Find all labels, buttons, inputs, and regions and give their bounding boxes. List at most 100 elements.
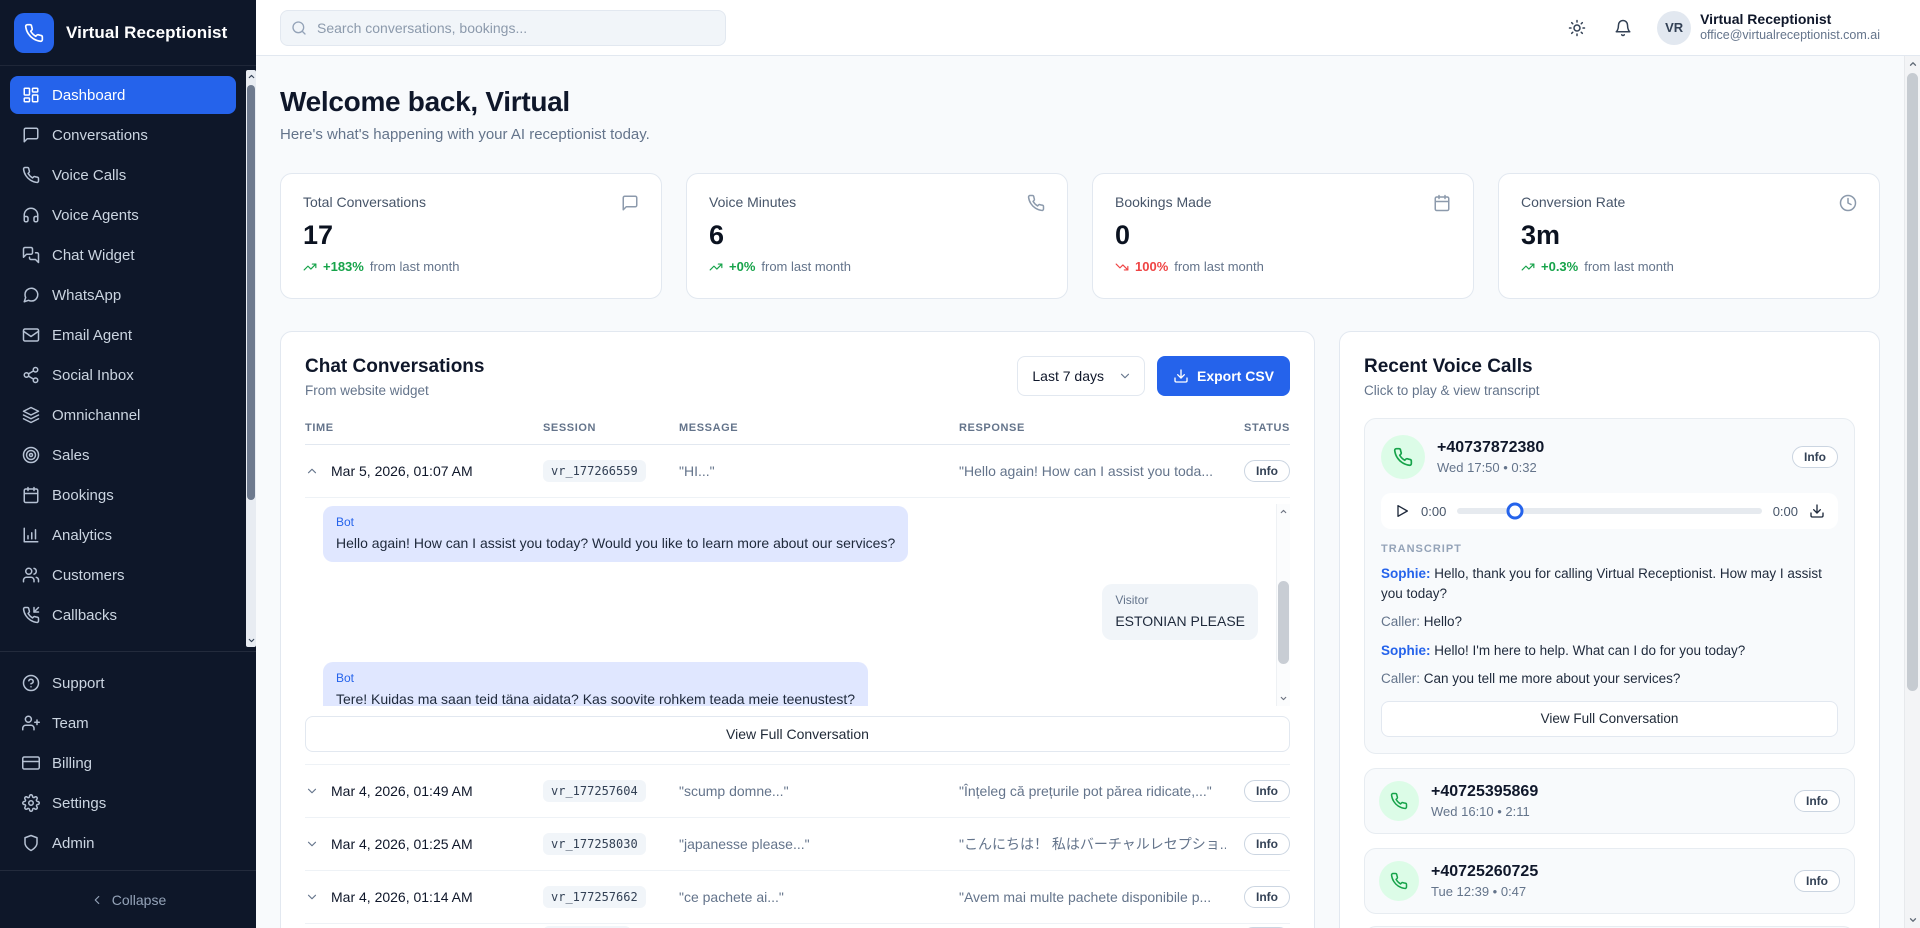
scroll-up-icon[interactable] [246, 70, 256, 83]
trending-up-icon [709, 260, 723, 274]
export-csv-button[interactable]: Export CSV [1157, 356, 1290, 396]
stat-value: 6 [709, 220, 1045, 251]
column-header-time: TIME [305, 422, 543, 434]
sidebar-item-chat-widget[interactable]: Chat Widget [10, 236, 236, 274]
view-full-conversation-button[interactable]: View Full Conversation [305, 716, 1290, 752]
info-badge[interactable]: Info [1794, 790, 1840, 812]
date-range-select[interactable]: Last 7 days [1017, 356, 1145, 396]
info-badge[interactable]: Info [1794, 870, 1840, 892]
info-badge[interactable]: Info [1244, 833, 1290, 855]
transcript-text: Hello, thank you for calling Virtual Rec… [1381, 566, 1822, 601]
info-badge[interactable]: Info [1244, 460, 1290, 482]
sidebar-scrollbar-thumb[interactable] [247, 85, 255, 500]
sidebar-item-team[interactable]: Team [10, 704, 236, 742]
info-badge[interactable]: Info [1792, 446, 1838, 468]
trending-down-icon [1115, 260, 1129, 274]
sidebar-item-whatsapp[interactable]: WhatsApp [10, 276, 236, 314]
voice-call-item[interactable]: +40737872380 Wed 17:50 • 0:32 Info 0:00 … [1364, 418, 1855, 754]
scroll-up-icon[interactable] [1277, 504, 1290, 519]
sidebar-item-customers[interactable]: Customers [10, 556, 236, 594]
sidebar-item-callbacks[interactable]: Callbacks [10, 596, 236, 634]
scroll-up-icon[interactable] [1905, 56, 1920, 72]
transcript-line: Sophie: Hello! I'm here to help. What ca… [1381, 641, 1838, 661]
scroll-down-icon[interactable] [1277, 691, 1290, 706]
seek-slider[interactable] [1457, 508, 1761, 514]
stat-card-conversion-rate: Conversion Rate 3m +0.3%from last month [1498, 173, 1880, 299]
sidebar-item-email-agent[interactable]: Email Agent [10, 316, 236, 354]
play-button[interactable] [1394, 503, 1410, 519]
sidebar-item-sales[interactable]: Sales [10, 436, 236, 474]
sidebar-item-analytics[interactable]: Analytics [10, 516, 236, 554]
message-circle-icon [22, 286, 40, 304]
voice-panel-subtitle: Click to play & view transcript [1364, 383, 1855, 398]
row-message: "scump domne..." [679, 783, 959, 799]
scroll-down-icon[interactable] [1905, 912, 1920, 928]
brand: Virtual Receptionist [0, 0, 256, 66]
phone-icon [22, 166, 40, 184]
table-row[interactable]: Mar 4, 2026, 01:25 AM vr_177258030 "japa… [305, 818, 1290, 871]
download-recording-button[interactable] [1809, 503, 1825, 519]
sidebar-scrollbar[interactable] [246, 70, 256, 647]
stat-delta: +0.3% [1541, 259, 1578, 274]
conversation-scrollbar-thumb[interactable] [1278, 581, 1289, 664]
message-square-icon [621, 194, 639, 212]
voice-call-item[interactable]: +40725260725 Tue 12:39 • 0:47 Info [1364, 848, 1855, 914]
stat-value: 3m [1521, 220, 1857, 251]
bubble-text: Hello again! How can I assist you today?… [336, 534, 895, 553]
sidebar-item-admin[interactable]: Admin [10, 824, 236, 862]
page-scrollbar[interactable] [1904, 56, 1920, 928]
transcript-text: Can you tell me more about your services… [1424, 671, 1681, 686]
sidebar-item-dashboard[interactable]: Dashboard [10, 76, 236, 114]
conversation-scrollbar[interactable] [1276, 504, 1290, 706]
sidebar-item-billing[interactable]: Billing [10, 744, 236, 782]
info-badge[interactable]: Info [1244, 780, 1290, 802]
table-row[interactable]: Mar 4, 2026, 01:14 AM vr_177257662 "ce p… [305, 871, 1290, 924]
sidebar-item-label: WhatsApp [52, 287, 121, 304]
trending-up-icon [1521, 260, 1535, 274]
message-square-icon [22, 126, 40, 144]
notifications-button[interactable] [1605, 10, 1641, 46]
clock-icon [1839, 194, 1857, 212]
sidebar-item-support[interactable]: Support [10, 664, 236, 702]
collapse-button[interactable]: Collapse [90, 892, 166, 908]
sidebar-item-label: Sales [52, 447, 90, 464]
scroll-down-icon[interactable] [246, 634, 256, 647]
table-row[interactable]: Mar 4, 2026, 01:49 AM vr_177257604 "scum… [305, 765, 1290, 818]
topbar-actions: VR Virtual Receptionist office@virtualre… [1559, 10, 1880, 46]
view-full-conversation-button[interactable]: View Full Conversation [1381, 701, 1838, 737]
messages-icon [22, 246, 40, 264]
chevron-down-icon [1118, 369, 1132, 383]
brand-logo [14, 13, 54, 53]
session-badge: vr_177257662 [543, 886, 646, 908]
user-plus-icon [22, 714, 40, 732]
search-input[interactable] [280, 10, 726, 46]
row-response: "Înțeleg că prețurile pot părea ridicate… [959, 783, 1226, 799]
table-row[interactable]: Mar 5, 2026, 01:07 AM vr_177266559 "HI..… [305, 445, 1290, 498]
sidebar-item-omnichannel[interactable]: Omnichannel [10, 396, 236, 434]
credit-card-icon [22, 754, 40, 772]
sidebar-item-conversations[interactable]: Conversations [10, 116, 236, 154]
sidebar-item-label: Email Agent [52, 327, 132, 344]
transcript-text: Hello? [1424, 614, 1462, 629]
call-meta: Wed 17:50 • 0:32 [1437, 460, 1780, 475]
user-menu[interactable]: VR Virtual Receptionist office@virtualre… [1657, 11, 1880, 45]
seek-slider-thumb[interactable] [1507, 503, 1524, 520]
sidebar-item-label: Conversations [52, 127, 148, 144]
sidebar-item-social-inbox[interactable]: Social Inbox [10, 356, 236, 394]
session-badge: vr_177257604 [543, 780, 646, 802]
sidebar-item-label: Settings [52, 795, 106, 812]
voice-call-item[interactable]: +40725395869 Wed 16:10 • 2:11 Info [1364, 768, 1855, 834]
speaker-name: Caller: [1381, 614, 1420, 629]
sidebar-item-settings[interactable]: Settings [10, 784, 236, 822]
sidebar-item-voice-agents[interactable]: Voice Agents [10, 196, 236, 234]
page-scrollbar-thumb[interactable] [1907, 73, 1918, 691]
conversation-scroll-area[interactable]: Bot Hello again! How can I assist you to… [305, 504, 1290, 706]
info-badge[interactable]: Info [1244, 886, 1290, 908]
table-row[interactable] [305, 924, 1290, 928]
calendar-icon [1433, 194, 1451, 212]
transcript-label: TRANSCRIPT [1381, 543, 1838, 555]
sidebar-item-bookings[interactable]: Bookings [10, 476, 236, 514]
transcript-line: Sophie: Hello, thank you for calling Vir… [1381, 564, 1838, 603]
sidebar-item-voice-calls[interactable]: Voice Calls [10, 156, 236, 194]
theme-toggle-button[interactable] [1559, 10, 1595, 46]
